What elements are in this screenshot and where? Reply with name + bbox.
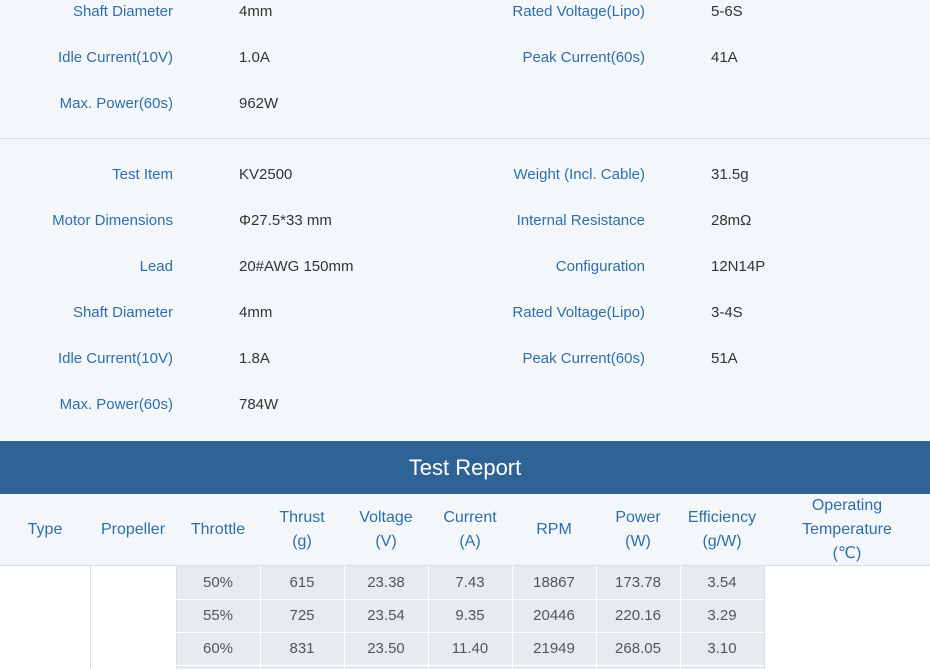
spec-label: Peak Current(60s) xyxy=(522,350,645,367)
efficiency-cell: 3.29 xyxy=(707,607,737,624)
spec-label: Test Item xyxy=(112,166,173,183)
power-cell: 268.05 xyxy=(615,640,661,657)
current-cell: 11.40 xyxy=(451,640,489,657)
spec-label: Idle Current(10V) xyxy=(57,49,173,66)
current-cell: 9.35 xyxy=(455,607,485,624)
spec-label: Rated Voltage(Lipo) xyxy=(512,304,645,321)
thrust-cell: 615 xyxy=(289,574,315,591)
motor-spec-section: Test Item KV2500 Weight (Incl. Cable) 31… xyxy=(0,140,930,441)
voltage-cell: 23.50 xyxy=(367,640,405,657)
rpm-cell: 21949 xyxy=(533,640,575,657)
spec-value: 3-4S xyxy=(711,304,743,321)
voltage-cell: 23.54 xyxy=(367,607,405,624)
spec-row: Motor Dimensions Φ27.5*33 mm Internal Re… xyxy=(0,209,930,233)
thrust-cell: 831 xyxy=(289,640,315,657)
efficiency-cell: 3.54 xyxy=(707,574,737,591)
spec-value: 12N14P xyxy=(711,258,766,275)
spec-row: Idle Current(10V) 1.8A Peak Current(60s)… xyxy=(0,347,930,371)
spec-row: Shaft Diameter 4mm Rated Voltage(Lipo) 5… xyxy=(0,0,930,24)
column-header-type: Type xyxy=(27,521,63,538)
spec-label: Shaft Diameter xyxy=(72,304,173,321)
row-divider xyxy=(176,665,764,666)
spec-row: Max. Power(60s) 784W xyxy=(0,393,930,417)
report-table-header: Type Propeller Throttle Thrust (g) Voltag… xyxy=(0,494,930,566)
column-header-rpm: RPM xyxy=(536,521,572,538)
spec-value: 41A xyxy=(711,49,738,66)
spec-label: Max. Power(60s) xyxy=(59,95,173,112)
column-header-voltage: Voltage (V) xyxy=(359,509,413,550)
spec-value: KV2500 xyxy=(239,166,293,183)
column-header-current: Current (A) xyxy=(443,509,497,550)
spec-value: 20#AWG 150mm xyxy=(239,258,354,275)
spec-label: Shaft Diameter xyxy=(72,3,173,20)
report-table-body: 50% 615 23.38 7.43 18867 173.78 3.54 55%… xyxy=(0,566,930,669)
rpm-cell: 18867 xyxy=(533,574,575,591)
efficiency-cell: 3.10 xyxy=(707,640,737,657)
spec-label: Configuration xyxy=(555,258,645,275)
column-header-throttle: Throttle xyxy=(190,521,246,538)
spec-label: Idle Current(10V) xyxy=(57,350,173,367)
column-header-propeller: Propeller xyxy=(100,521,166,538)
spec-row: Test Item KV2500 Weight (Incl. Cable) 31… xyxy=(0,163,930,187)
spec-row: Lead 20#AWG 150mm Configuration 12N14P xyxy=(0,255,930,279)
spec-value: 4mm xyxy=(239,3,273,20)
column-header-efficiency: Efficiency (g/W) xyxy=(687,509,757,550)
spec-row: Shaft Diameter 4mm Rated Voltage(Lipo) 3… xyxy=(0,301,930,325)
test-report-title: Test Report xyxy=(0,441,930,494)
spec-value: 784W xyxy=(239,396,279,413)
rpm-cell: 20446 xyxy=(533,607,575,624)
column-divider xyxy=(764,566,765,669)
spec-value: Φ27.5*33 mm xyxy=(239,212,332,229)
spec-value: 5-6S xyxy=(711,3,743,20)
spec-value: 31.5g xyxy=(711,166,749,183)
throttle-cell: 60% xyxy=(202,640,234,657)
product-spec-page: Shaft Diameter 4mm Rated Voltage(Lipo) 5… xyxy=(0,0,930,669)
spec-label: Rated Voltage(Lipo) xyxy=(512,3,645,20)
spec-value: 962W xyxy=(239,95,279,112)
spec-label: Lead xyxy=(139,258,173,275)
spec-value: 51A xyxy=(711,350,738,367)
spec-row: Max. Power(60s) 962W xyxy=(0,92,930,116)
spec-label: Peak Current(60s) xyxy=(522,49,645,66)
column-divider xyxy=(90,566,91,669)
spec-label: Motor Dimensions xyxy=(52,212,173,229)
throttle-cell: 50% xyxy=(202,574,234,591)
column-header-temperature: Operating Temperature (℃) xyxy=(802,497,892,562)
spec-label: Internal Resistance xyxy=(516,212,645,229)
spec-row: Idle Current(10V) 1.0A Peak Current(60s)… xyxy=(0,46,930,70)
voltage-cell: 23.38 xyxy=(367,574,405,591)
throttle-cell: 55% xyxy=(202,607,234,624)
spec-value: 1.8A xyxy=(239,350,270,367)
column-header-thrust: Thrust (g) xyxy=(279,509,325,550)
current-cell: 7.43 xyxy=(455,574,485,591)
spec-value: 1.0A xyxy=(239,49,270,66)
power-cell: 173.78 xyxy=(615,574,661,591)
spec-label: Max. Power(60s) xyxy=(59,396,173,413)
spec-label: Weight (Incl. Cable) xyxy=(513,166,645,183)
power-cell: 220.16 xyxy=(615,607,661,624)
previous-spec-section: Shaft Diameter 4mm Rated Voltage(Lipo) 5… xyxy=(0,0,930,139)
spec-value: 4mm xyxy=(239,304,273,321)
spec-value: 28mΩ xyxy=(711,212,752,229)
thrust-cell: 725 xyxy=(289,607,315,624)
column-header-power: Power (W) xyxy=(615,509,661,550)
